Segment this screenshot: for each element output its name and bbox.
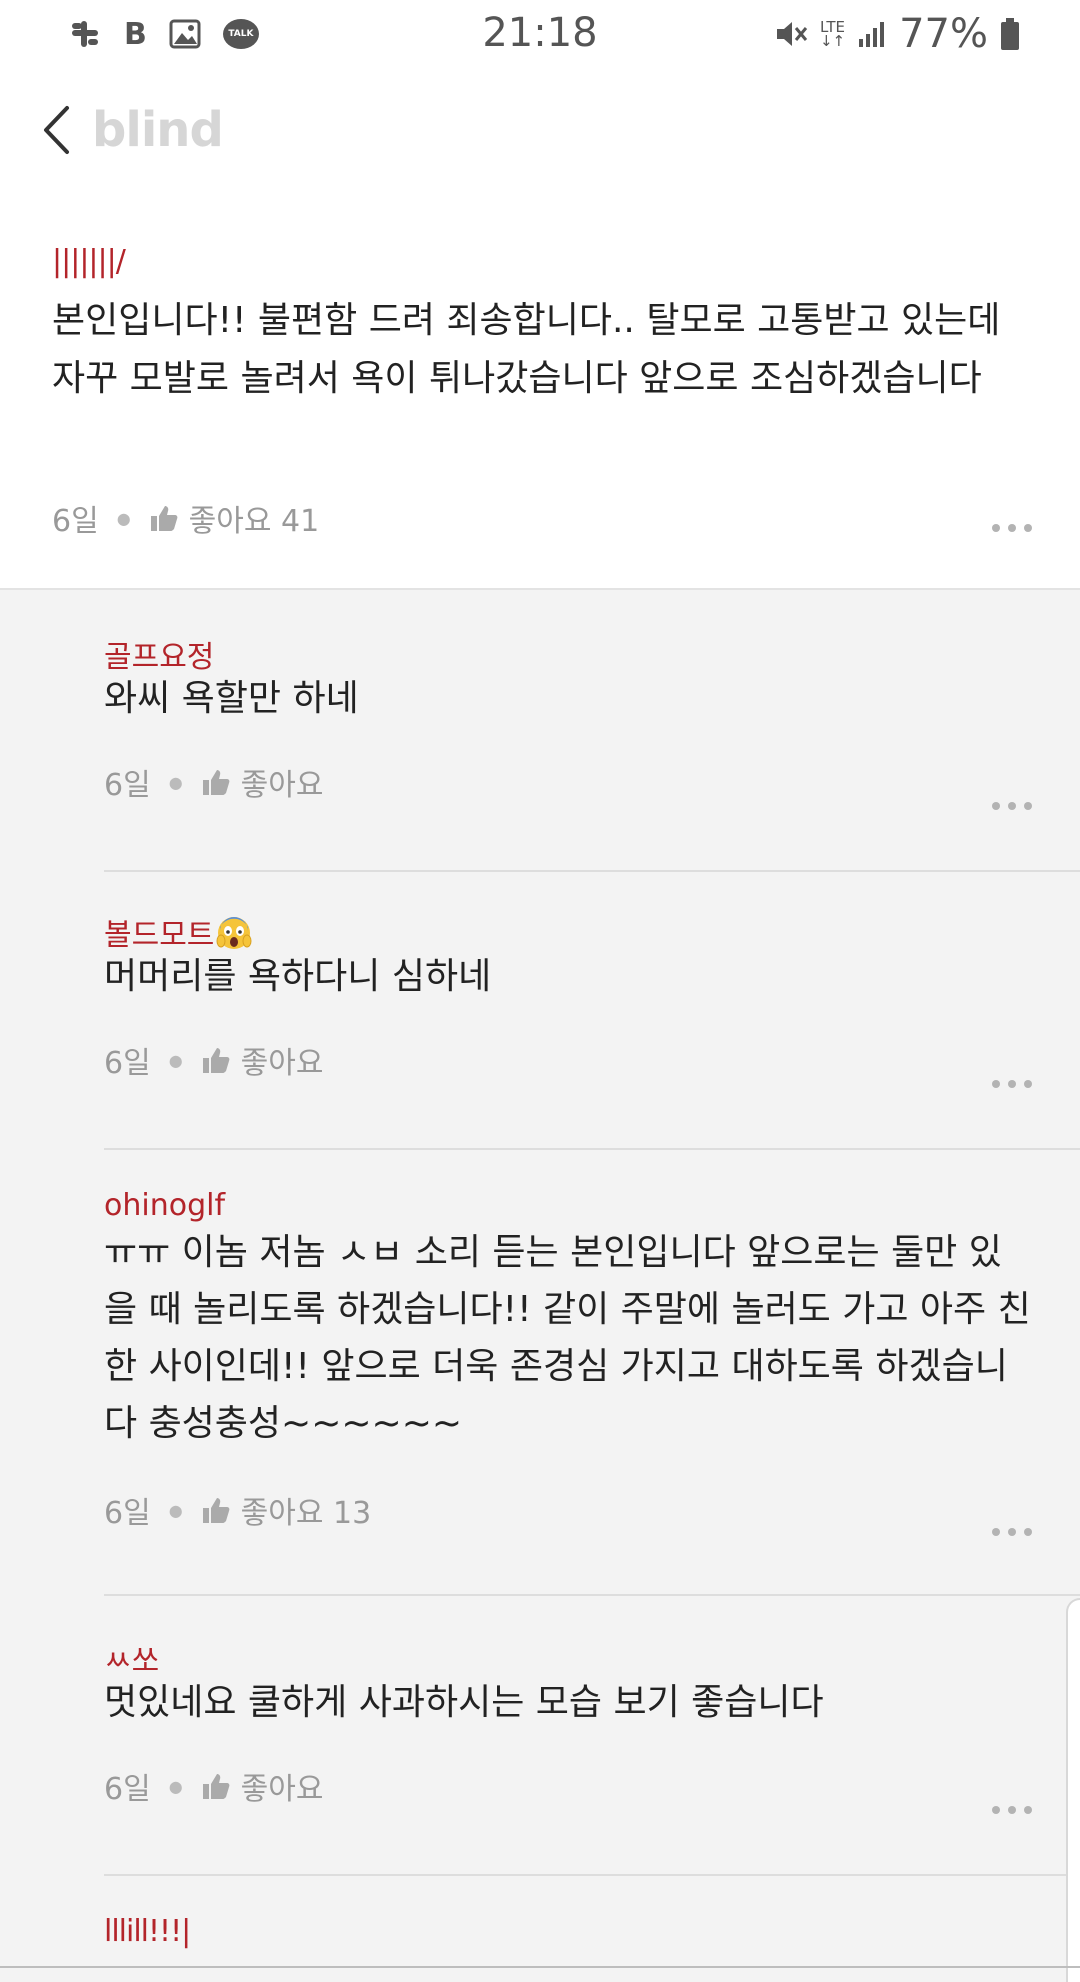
bottom-divider: [0, 1966, 1080, 1968]
reply-author[interactable]: ohinoglf: [104, 1188, 225, 1223]
more-options-button[interactable]: [992, 1080, 1032, 1088]
battery-icon: [1000, 17, 1020, 51]
reply-text: 머머리를 욕하다니 심하네: [104, 956, 492, 997]
comment-meta: 6일 ● 좋아요 41: [52, 496, 319, 540]
separator-dot: ●: [168, 1500, 183, 1520]
thumbs-up-icon[interactable]: [201, 1495, 231, 1525]
reply-text: 와씨 욕할만 하네: [104, 678, 359, 719]
reply-text: 멋있네요 쿨하게 사과하시는 모습 보기 좋습니다: [104, 1682, 824, 1723]
lte-indicator: LTE ↓↑: [819, 18, 846, 50]
comment-author[interactable]: |||||||/: [52, 244, 126, 279]
reply-meta: 6일 ● 좋아요: [104, 1764, 323, 1808]
like-button[interactable]: 좋아요: [241, 1764, 324, 1808]
more-options-button[interactable]: [992, 802, 1032, 810]
reply-meta: 6일 ● 좋아요: [104, 760, 323, 804]
status-system-icons: LTE ↓↑ 77%: [774, 11, 1020, 57]
thumbs-up-icon[interactable]: [201, 767, 231, 797]
reply-meta: 6일 ● 좋아요 13: [104, 1488, 371, 1532]
app-header: blind: [0, 88, 1080, 172]
more-options-button[interactable]: [992, 1528, 1032, 1536]
more-options-button[interactable]: [992, 1806, 1032, 1814]
status-bar: B TALK 21:18 LTE ↓↑ 77%: [0, 0, 1080, 68]
reply-list: 골프요정 와씨 욕할만 하네 6일 ● 좋아요 볼드모트 머머리를 욕하다니 심…: [0, 588, 1080, 1982]
main-comment: |||||||/ 본인입니다!! 불편함 드려 죄송합니다.. 탈모로 고통받고…: [0, 230, 1080, 590]
separator-dot: ●: [168, 772, 183, 792]
comment-age: 6일: [52, 504, 99, 539]
signal-icon: [857, 19, 887, 49]
like-button[interactable]: 좋아요 13: [241, 1488, 372, 1532]
scroll-edge-hint: [1066, 1598, 1080, 1982]
like-button[interactable]: 좋아요: [241, 760, 324, 804]
like-button[interactable]: 좋아요: [241, 1038, 324, 1082]
reply-age: 6일: [104, 1046, 151, 1081]
thumbs-up-icon[interactable]: [149, 503, 179, 533]
blind-logo: blind: [92, 102, 224, 158]
thumbs-up-icon[interactable]: [201, 1045, 231, 1075]
reply-text: ㅠㅠ 이놈 저놈 ㅅㅂ 소리 듣는 본인입니다 앞으로는 둘만 있을 때 놀리도…: [104, 1232, 1031, 1444]
back-button[interactable]: [36, 102, 76, 158]
more-options-button[interactable]: [992, 524, 1032, 532]
separator-dot: ●: [168, 1050, 183, 1070]
battery-percent: 77%: [899, 11, 988, 57]
thumbs-up-icon[interactable]: [201, 1771, 231, 1801]
reply-divider: [104, 1148, 1080, 1150]
reply-divider: [104, 1874, 1080, 1876]
reply-divider: [104, 870, 1080, 872]
separator-dot: ●: [116, 508, 131, 528]
reply-age: 6일: [104, 768, 151, 803]
reply-divider: [104, 1594, 1080, 1596]
mute-icon: [774, 17, 808, 51]
comment-text: 본인입니다!! 불편함 드려 죄송합니다.. 탈모로 고통받고 있는데 자꾸 모…: [52, 300, 1001, 399]
reply-age: 6일: [104, 1772, 151, 1807]
reply-age: 6일: [104, 1496, 151, 1531]
like-button[interactable]: 좋아요 41: [189, 496, 320, 540]
lte-label: LTE: [820, 18, 845, 36]
screaming-face-icon: [216, 915, 252, 951]
reply-meta: 6일 ● 좋아요: [104, 1038, 323, 1082]
chevron-left-icon: [44, 106, 69, 154]
reply-author[interactable]: lllill!!!|: [104, 1914, 191, 1949]
separator-dot: ●: [168, 1776, 183, 1796]
